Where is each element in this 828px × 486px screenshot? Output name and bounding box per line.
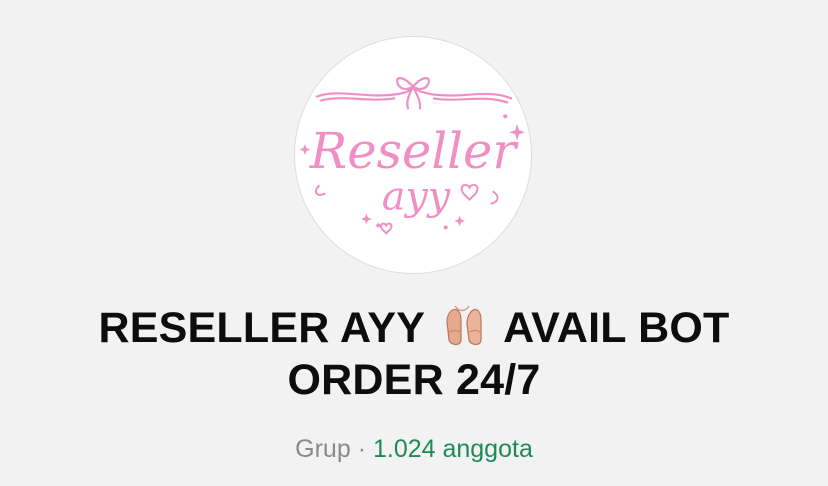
group-title-part-2: AVAIL BOT bbox=[503, 304, 730, 352]
logo-word-ayy: ayy bbox=[382, 174, 451, 220]
reseller-ayy-logo: Reseller ayy bbox=[299, 77, 526, 235]
group-avatar[interactable]: Reseller ayy bbox=[294, 36, 532, 274]
member-count-link[interactable]: 1.024 anggota bbox=[373, 435, 533, 463]
group-info-screen: Reseller ayy RESELLER AYY AVAIL BOT ORDE… bbox=[0, 0, 828, 486]
group-title-line-1: RESELLER AYY AVAIL BOT bbox=[0, 302, 828, 354]
group-title-line-2: ORDER 24/7 bbox=[287, 356, 541, 404]
group-meta: Grup · 1.024 anggota bbox=[0, 434, 828, 464]
logo-word-reseller: Reseller bbox=[309, 122, 519, 180]
group-title-part-1: RESELLER AYY bbox=[98, 304, 426, 352]
ballet-shoes-icon bbox=[439, 302, 489, 348]
group-type-label: Grup bbox=[295, 435, 351, 463]
group-title: RESELLER AYY AVAIL BOT ORDER 24/7 bbox=[0, 302, 828, 406]
meta-separator: · bbox=[357, 435, 367, 463]
